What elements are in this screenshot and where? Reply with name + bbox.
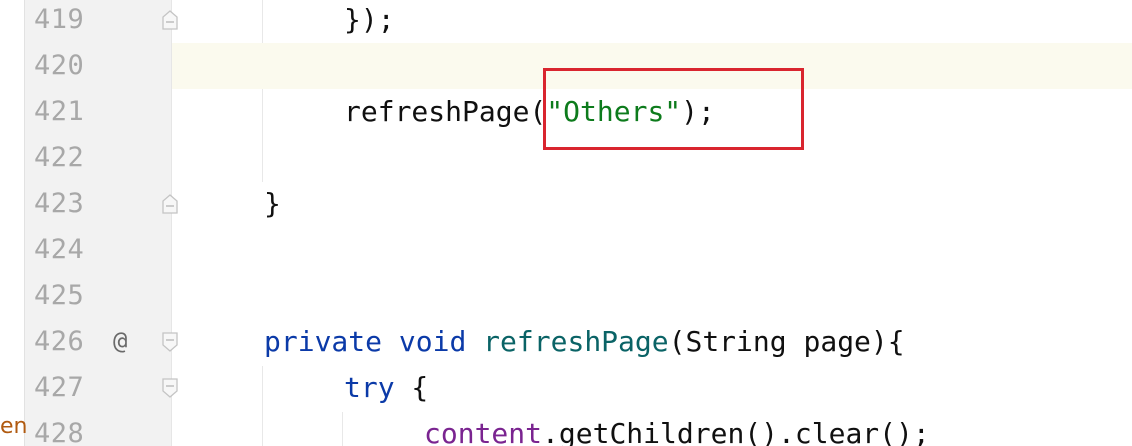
code-line[interactable]: 425	[0, 273, 1132, 319]
code-line[interactable]: 427 try {	[0, 365, 1132, 411]
line-number: 428	[34, 418, 85, 446]
code-punct: (	[668, 325, 686, 358]
line-number: 427	[34, 372, 85, 403]
fold-start-icon[interactable]	[161, 377, 179, 399]
code-line[interactable]: 426 @ private void refreshPage(String pa…	[0, 319, 1132, 365]
line-number: 425	[34, 280, 85, 311]
line-number: 426	[34, 326, 85, 357]
annotation-highlight-box	[543, 68, 804, 150]
parameter: page){	[786, 325, 905, 358]
keyword: try	[344, 371, 395, 404]
method-declaration: private void refreshPage(String page){	[264, 319, 905, 365]
code-editor[interactable]: en 419 }); 420 421 refreshPage("Others")…	[0, 0, 1132, 446]
line-number: 422	[34, 142, 85, 173]
code-line[interactable]: 419 });	[0, 0, 1132, 43]
code-line[interactable]: 424	[0, 227, 1132, 273]
field-name: content	[424, 417, 543, 446]
code-text: content.getChildren().clear();	[424, 411, 930, 446]
method-name: refreshPage	[483, 325, 669, 358]
line-number: 424	[34, 234, 85, 265]
line-number: 423	[34, 188, 85, 219]
fold-end-icon[interactable]	[161, 9, 179, 31]
code-text: }	[264, 187, 281, 220]
fold-start-icon[interactable]	[161, 331, 179, 353]
line-number: 420	[34, 50, 85, 81]
line-number: 421	[34, 96, 85, 127]
code-line[interactable]: 428 content.getChildren().clear();	[0, 411, 1132, 446]
method-chain: .getChildren().clear();	[542, 417, 930, 446]
fold-end-icon[interactable]	[161, 193, 179, 215]
keyword: private	[264, 325, 383, 358]
code-line[interactable]: 423 }	[0, 181, 1132, 227]
keyword: void	[398, 325, 467, 358]
code-text: try {	[344, 365, 428, 411]
type-name: String	[685, 325, 787, 358]
method-call: refreshPage(	[344, 95, 547, 128]
code-text: });	[344, 3, 395, 36]
line-number: 419	[34, 4, 85, 35]
override-marker-icon[interactable]: @	[113, 319, 127, 365]
code-punct: {	[394, 371, 429, 404]
